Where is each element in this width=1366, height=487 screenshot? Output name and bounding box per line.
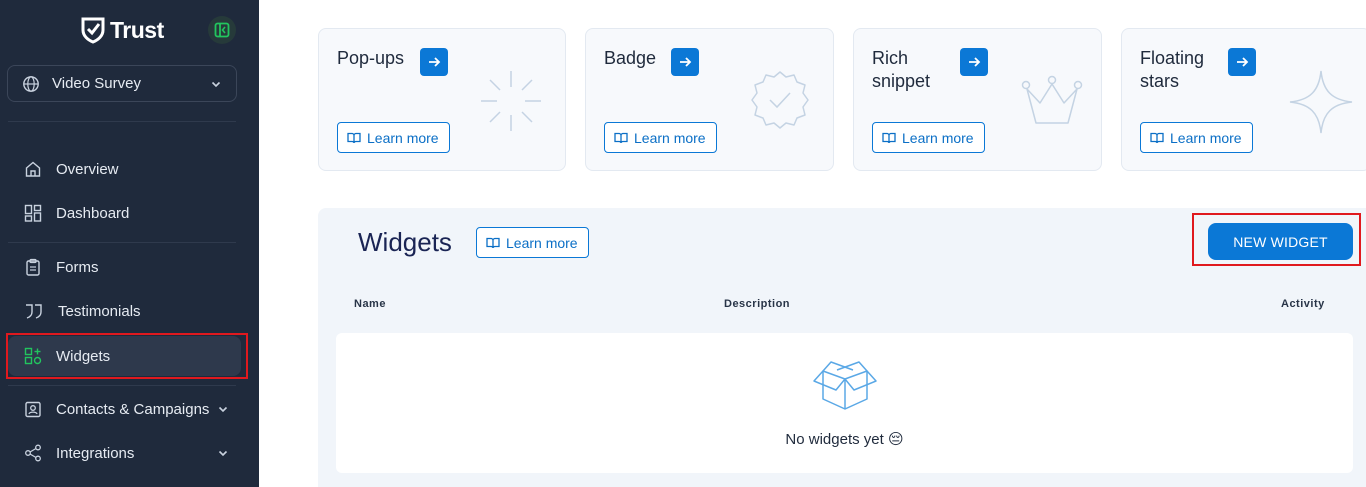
empty-state: No widgets yet 😔 [336, 333, 1353, 473]
chevron-down-icon [218, 406, 228, 413]
badge-check-icon [751, 71, 809, 129]
card-rich-snippet: Rich snippet Learn more [853, 28, 1102, 171]
learn-more-label: Learn more [634, 129, 706, 146]
share-icon [25, 444, 41, 462]
sidebar-divider [8, 385, 236, 386]
brand-name: Trust [110, 16, 164, 43]
learn-more-label: Learn more [506, 234, 578, 251]
collapse-sidebar-button[interactable] [208, 16, 236, 44]
sidebar-item-overview[interactable]: Overview [8, 149, 241, 189]
sidebar-divider [8, 121, 236, 122]
quote-icon [26, 304, 42, 319]
book-icon [347, 132, 361, 143]
badge-arrow-button[interactable] [671, 48, 699, 76]
arrow-right-icon [969, 57, 981, 67]
learn-more-label: Learn more [902, 129, 974, 146]
floating-stars-learn-more-button[interactable]: Learn more [1140, 122, 1253, 153]
popups-learn-more-button[interactable]: Learn more [337, 122, 450, 153]
chevron-down-icon [211, 81, 221, 87]
home-icon [25, 161, 41, 177]
popups-arrow-button[interactable] [420, 48, 448, 76]
sidebar-item-testimonials[interactable]: Testimonials [8, 291, 241, 331]
book-icon [486, 237, 500, 248]
arrow-right-icon [429, 57, 441, 67]
highlight-new-widget [1192, 213, 1361, 266]
book-icon [1150, 132, 1164, 143]
card-badge: Badge Learn more [585, 28, 834, 171]
highlight-widgets-nav [6, 333, 248, 379]
learn-more-label: Learn more [367, 129, 439, 146]
open-box-icon [813, 361, 877, 410]
rich-snippet-learn-more-button[interactable]: Learn more [872, 122, 985, 153]
card-title: Rich snippet [872, 48, 931, 91]
project-select-label: Video Survey [52, 75, 141, 92]
card-popups: Pop-ups Learn more [318, 28, 566, 171]
globe-icon [23, 75, 39, 92]
sidebar-item-label: Forms [56, 258, 99, 276]
sparkle-burst-icon [481, 71, 541, 131]
sidebar-item-label: Overview [56, 160, 119, 178]
learn-more-label: Learn more [1170, 129, 1242, 146]
sidebar-divider [8, 242, 236, 243]
card-title: Pop-ups [337, 48, 405, 68]
book-icon [614, 132, 628, 143]
book-icon [882, 132, 896, 143]
floating-stars-arrow-button[interactable] [1228, 48, 1256, 76]
sparkle-star-icon [1289, 70, 1353, 134]
sidebar-item-label: Dashboard [56, 204, 130, 222]
card-floating-stars: Floating stars Learn more [1121, 28, 1366, 171]
sidebar-item-label: Integrations [56, 444, 135, 462]
sidebar-item-forms[interactable]: Forms [8, 247, 241, 287]
sidebar-collapse-icon [214, 22, 230, 38]
column-header-activity: Activity [1281, 298, 1325, 310]
column-header-name: Name [354, 298, 386, 310]
card-title: Badge [604, 48, 657, 68]
sidebar-item-label: Testimonials [58, 302, 141, 320]
arrow-right-icon [1237, 57, 1249, 67]
rich-snippet-arrow-button[interactable] [960, 48, 988, 76]
sidebar-item-label: Contacts & Campaigns [56, 400, 210, 418]
empty-state-text: No widgets yet 😔 [785, 431, 904, 448]
crown-icon [1021, 75, 1083, 124]
widgets-learn-more-button[interactable]: Learn more [476, 227, 589, 258]
clipboard-icon [26, 258, 40, 276]
column-header-description: Description [724, 298, 791, 310]
badge-learn-more-button[interactable]: Learn more [604, 122, 717, 153]
widgets-panel: Widgets Learn more NEW WIDGET Name Descr… [318, 208, 1366, 487]
main-content: Pop-ups Learn more Badge Learn more Rich… [259, 0, 1366, 487]
contact-card-icon [25, 401, 41, 418]
sidebar: Trust Video Survey Overview Dashboard Fo… [0, 0, 259, 487]
card-title: Floating stars [1140, 48, 1205, 91]
page-title: Widgets [358, 227, 452, 257]
sidebar-item-contacts-campaigns[interactable]: Contacts & Campaigns [8, 389, 241, 429]
sidebar-item-dashboard[interactable]: Dashboard [8, 193, 241, 233]
dashboard-icon [24, 204, 42, 222]
arrow-right-icon [680, 57, 692, 67]
trust-logo[interactable]: Trust [80, 16, 164, 44]
chevron-down-icon [218, 450, 228, 457]
shield-check-icon [81, 17, 105, 44]
project-select[interactable]: Video Survey [7, 65, 237, 102]
sidebar-item-integrations[interactable]: Integrations [8, 433, 241, 473]
